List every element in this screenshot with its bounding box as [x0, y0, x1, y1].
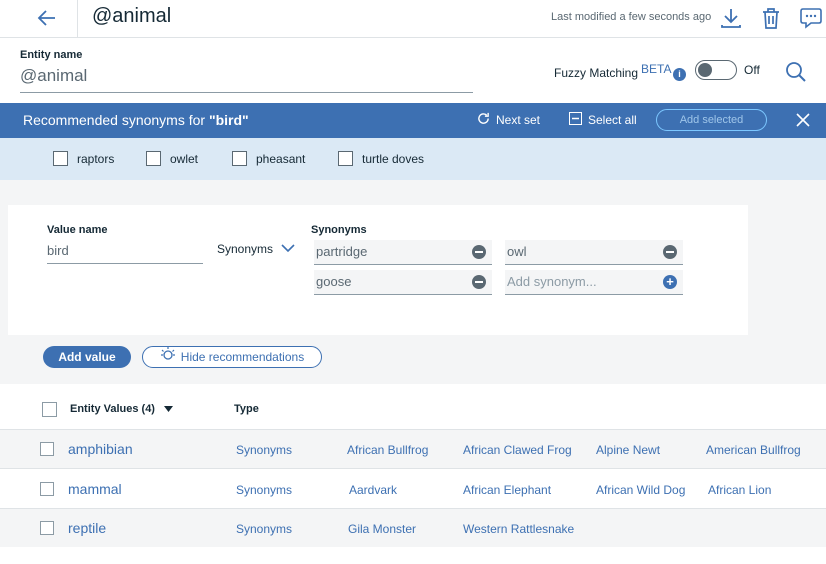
row-synonym: African Wild Dog [596, 483, 686, 497]
recommendation-label: turtle doves [362, 151, 425, 166]
trash-icon[interactable] [759, 6, 783, 30]
recommendation-item[interactable]: turtle doves [338, 151, 424, 166]
row-synonym: American Bullfrog [706, 443, 801, 457]
header-divider [77, 0, 78, 38]
close-icon[interactable] [794, 111, 812, 129]
recommendations-bar: Recommended synonyms for "bird" Next set… [0, 103, 826, 138]
synonym-text: goose [316, 274, 352, 289]
row-type: Synonyms [236, 522, 293, 536]
toggle-knob [698, 63, 712, 77]
value-name-input[interactable]: bird [47, 240, 203, 264]
synonym-field[interactable]: owl [505, 240, 683, 265]
entity-name-label: Entity name [20, 49, 83, 61]
add-synonym-icon[interactable]: + [663, 275, 677, 289]
select-all-rows-checkbox[interactable] [42, 402, 57, 417]
checkbox[interactable] [146, 151, 161, 166]
column-header-type: Type [234, 403, 259, 415]
synonym-field[interactable]: goose [314, 270, 492, 295]
recommendations-prefix: Recommended synonyms for [23, 112, 209, 128]
recommendations-title: Recommended synonyms for "bird" [23, 112, 249, 128]
recommendation-item[interactable]: owlet [146, 151, 198, 166]
table-divider [0, 468, 826, 469]
next-set-label: Next set [496, 113, 541, 127]
recommendation-list: raptors owlet pheasant turtle doves [0, 138, 826, 180]
sort-down-icon [164, 403, 174, 415]
synonyms-label: Synonyms [311, 224, 367, 236]
info-icon[interactable]: i [673, 68, 686, 81]
remove-synonym-icon[interactable] [472, 245, 486, 259]
checkbox[interactable] [338, 151, 353, 166]
checkbox[interactable] [53, 151, 68, 166]
row-synonym: Alpine Newt [596, 443, 661, 457]
remove-synonym-icon[interactable] [472, 275, 486, 289]
row-checkbox[interactable] [40, 482, 54, 496]
add-selected-button[interactable]: Add selected [656, 109, 767, 131]
add-synonym-placeholder: Add synonym... [507, 274, 597, 289]
lightbulb-icon [160, 346, 176, 368]
page-title: @animal [92, 5, 172, 27]
fuzzy-matching-label: Fuzzy Matching [554, 66, 639, 80]
page-header: @animal Last modified a few seconds ago [0, 0, 826, 38]
fuzzy-matching-toggle[interactable] [695, 60, 737, 80]
row-synonym: African Lion [708, 483, 772, 497]
synonym-field[interactable]: partridge [314, 240, 492, 265]
row-synonym: Aardvark [349, 483, 398, 497]
row-value-name[interactable]: reptile [68, 520, 106, 536]
chat-icon[interactable] [799, 6, 823, 30]
synonym-text: owl [507, 244, 527, 259]
recommendation-label: raptors [77, 151, 115, 166]
row-synonym: African Elephant [463, 483, 552, 497]
row-checkbox[interactable] [40, 521, 54, 535]
recommendation-item[interactable]: pheasant [232, 151, 305, 166]
remove-synonym-icon[interactable] [663, 245, 677, 259]
select-all-checkbox-icon [569, 112, 582, 128]
select-all-button[interactable]: Select all [569, 112, 637, 128]
table-row[interactable]: amphibian Synonyms African Bullfrog Afri… [0, 430, 826, 468]
table-row[interactable]: reptile Synonyms Gila Monster Western Ra… [0, 509, 826, 547]
value-name-label: Value name [47, 224, 108, 236]
row-value-name[interactable]: amphibian [68, 441, 133, 457]
synonym-text: partridge [316, 244, 368, 259]
entity-values-table: Entity Values (4) Type amphibian Synonym… [0, 384, 826, 564]
beta-badge: BETA [641, 62, 672, 76]
recommendation-item[interactable]: raptors [53, 151, 114, 166]
download-icon[interactable] [719, 6, 743, 30]
table-row[interactable]: mammal Synonyms Aardvark African Elephan… [0, 470, 826, 508]
entity-name-input[interactable]: @animal [20, 65, 473, 93]
row-checkbox[interactable] [40, 442, 54, 456]
type-select-label: Synonyms [217, 242, 274, 256]
recommendations-term: "bird" [208, 112, 249, 128]
add-value-button[interactable]: Add value [43, 346, 131, 368]
back-arrow-icon[interactable] [36, 8, 58, 28]
search-icon[interactable] [784, 60, 808, 84]
recommendation-label: pheasant [256, 151, 306, 166]
add-synonym-input[interactable]: Add synonym... + [505, 270, 683, 295]
hide-recommendations-label: Hide recommendations [180, 350, 305, 364]
hide-recommendations-button[interactable]: Hide recommendations [142, 346, 322, 368]
column-header-values[interactable]: Entity Values (4) [70, 403, 174, 415]
type-select[interactable]: Synonyms [217, 242, 295, 256]
refresh-icon [477, 112, 490, 128]
recommendation-label: owlet [170, 151, 199, 166]
column-header-values-label: Entity Values (4) [70, 403, 155, 415]
row-synonym: Western Rattlesnake [463, 522, 575, 536]
next-set-button[interactable]: Next set [477, 112, 540, 128]
toggle-state-text: Off [744, 63, 760, 77]
row-synonym: African Bullfrog [347, 443, 429, 457]
last-modified-text: Last modified a few seconds ago [551, 11, 712, 23]
select-all-label: Select all [588, 113, 637, 127]
row-synonym: Gila Monster [348, 522, 417, 536]
chevron-down-icon [281, 242, 295, 256]
row-type: Synonyms [236, 443, 293, 457]
row-value-name[interactable]: mammal [68, 481, 122, 497]
row-synonym: African Clawed Frog [463, 443, 572, 457]
row-type: Synonyms [236, 483, 293, 497]
checkbox[interactable] [232, 151, 247, 166]
